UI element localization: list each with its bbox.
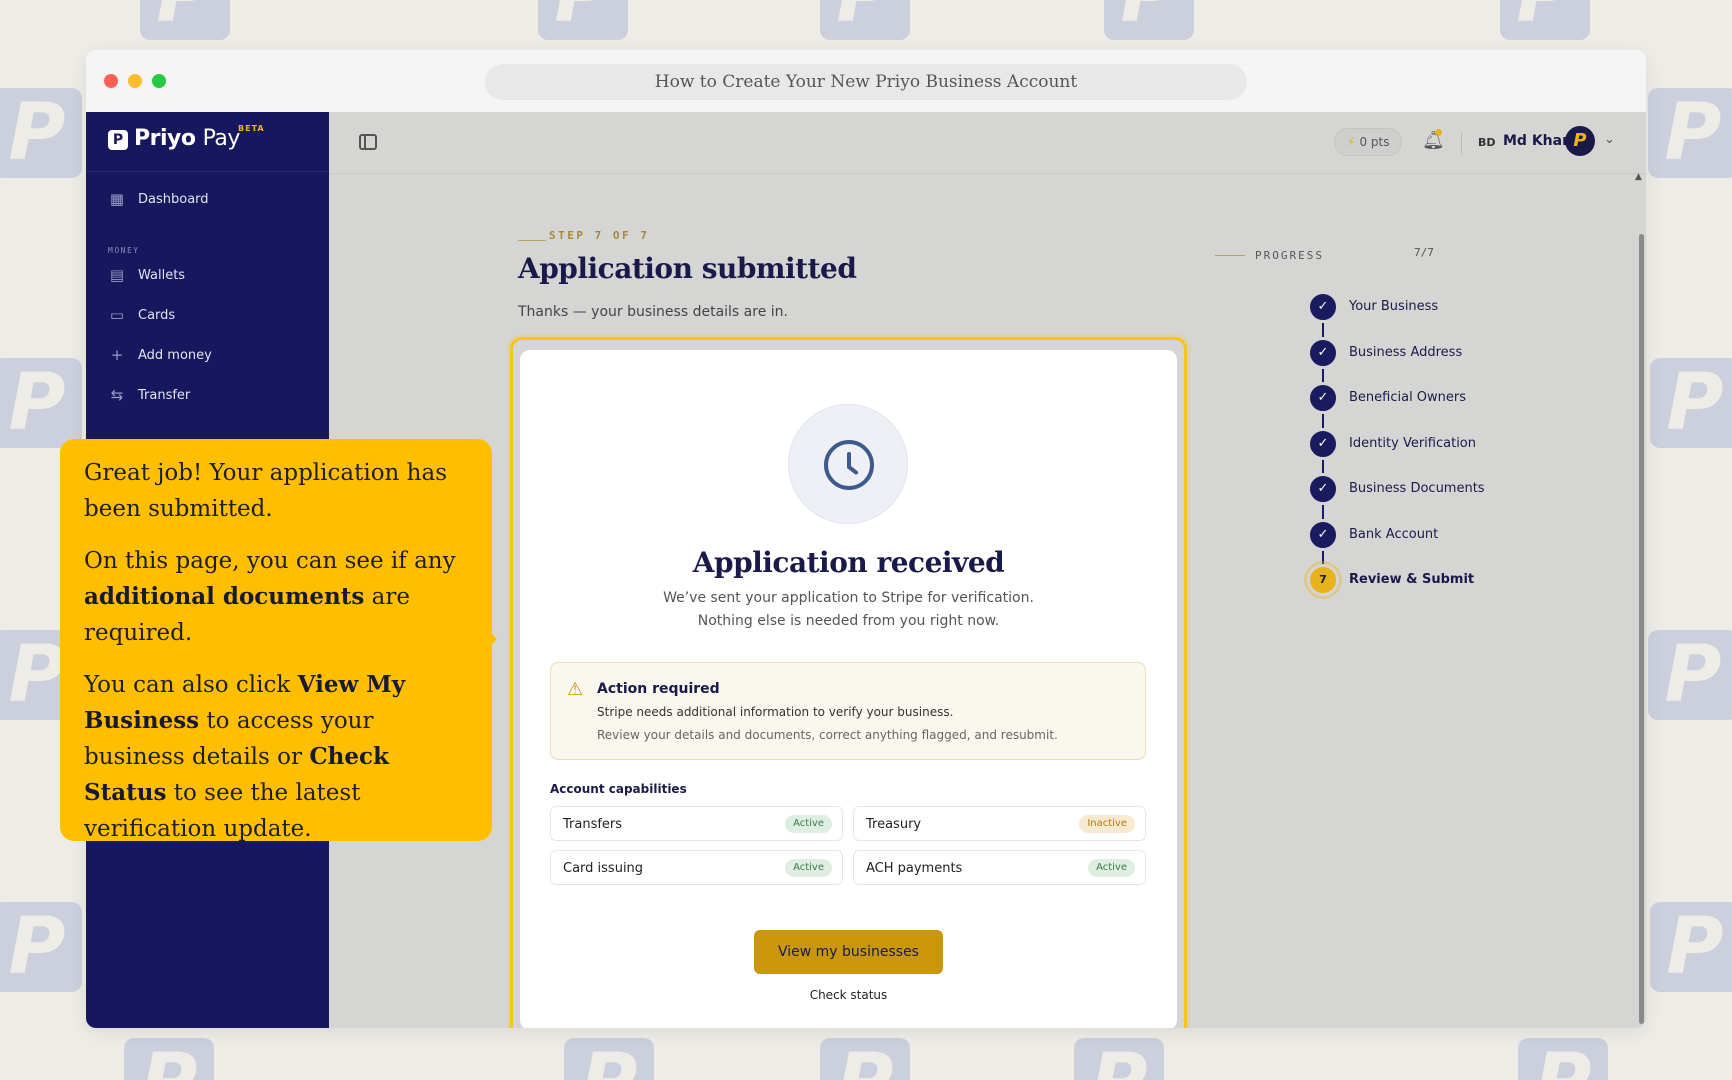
progress-label: PROGRESS [1255, 249, 1324, 262]
card-icon: ▭ [109, 306, 125, 324]
bolt-icon: ⚡ [1347, 135, 1356, 149]
tooltip-arrow [488, 630, 497, 648]
capabilities-label: Account capabilities [550, 782, 687, 796]
capability-transfers: Transfers Active [550, 806, 843, 841]
sidebar-toggle-icon[interactable] [359, 134, 377, 150]
check-status-link[interactable]: Check status [520, 988, 1177, 1002]
sidebar-item-wallets[interactable]: ▤ Wallets [108, 264, 185, 286]
card-message: We’ve sent your application to Stripe fo… [663, 590, 1034, 606]
sidebar-section-money: MONEY [108, 246, 140, 255]
logo-tile-icon: P [1074, 1038, 1164, 1080]
capability-treasury: Treasury Inactive [853, 806, 1146, 841]
status-badge: Active [1088, 859, 1135, 877]
brand-name: Priyo Pay [134, 126, 240, 151]
logo-tile-icon: P [1104, 0, 1194, 40]
transfer-icon: ⇆ [110, 386, 124, 404]
check-icon: ✓ [1307, 291, 1339, 323]
scroll-up-icon[interactable]: ▲ [1635, 172, 1642, 182]
application-card: Application received We’ve sent your app… [520, 350, 1177, 1028]
step-label: STEP 7 OF 7 [549, 229, 650, 242]
alert-instructions: Review your details and documents, corre… [597, 728, 1058, 742]
logo-tile-icon: P [1518, 1038, 1608, 1080]
tutorial-tooltip: Great job! Your application has been sub… [60, 439, 492, 842]
card-message-secondary: Nothing else is needed from you right no… [697, 613, 1000, 629]
action-required-alert: ⚠ Action required Stripe needs additiona… [550, 662, 1146, 760]
minimize-window-button[interactable] [128, 74, 142, 88]
check-icon: ✓ [1307, 337, 1339, 369]
logo-tile-icon: P [820, 0, 910, 40]
logo-tile-icon: P [1648, 630, 1732, 720]
close-window-button[interactable] [104, 74, 118, 88]
notification-dot [1435, 129, 1442, 136]
window-titlebar: How to Create Your New Priyo Business Ac… [86, 50, 1646, 112]
avatar[interactable]: P [1565, 126, 1595, 156]
logo-tile-icon: P [0, 88, 82, 178]
current-step-indicator: 7 [1307, 564, 1339, 596]
status-badge: Inactive [1079, 815, 1135, 833]
clock-icon [788, 404, 908, 524]
divider [1461, 132, 1462, 154]
tooltip-paragraph: Great job! Your application has been sub… [84, 460, 448, 522]
logo-tile-icon: P [1650, 902, 1732, 992]
logo-tile-icon: P [1650, 358, 1732, 448]
points-badge[interactable]: ⚡ 0 pts [1334, 128, 1403, 156]
scrollbar[interactable] [1639, 234, 1644, 1024]
logo-tile-icon: P [538, 0, 628, 40]
logo-tile-icon: P [0, 358, 82, 448]
grid-icon: ▦ [109, 190, 125, 208]
logo-tile-icon: P [124, 1038, 214, 1080]
alert-title: Action required [597, 681, 720, 697]
page-subtitle: Thanks — your business details are in. [518, 304, 788, 320]
sidebar-item-cards[interactable]: ▭ Cards [108, 304, 175, 326]
brand-logo[interactable]: P Priyo Pay BETA [86, 112, 329, 172]
progress-count: 7/7 [1414, 246, 1434, 259]
check-icon: ✓ [1307, 428, 1339, 460]
user-country: BD [1478, 136, 1496, 149]
page-title: Application submitted [518, 252, 857, 285]
sidebar-item-add-money[interactable]: + Add money [108, 344, 212, 366]
priyo-logo-icon: P [108, 130, 128, 150]
capability-card-issuing: Card issuing Active [550, 850, 843, 885]
main-content: ⚡ 0 pts 🔔︎ BD Md Khan P ⌄ ▲ STEP 7 OF 7 A… [329, 112, 1646, 1028]
view-my-businesses-button[interactable]: View my businesses [754, 930, 943, 974]
progress-divider [1215, 255, 1245, 256]
plus-icon: + [110, 346, 124, 364]
window-title-bar: How to Create Your New Priyo Business Ac… [485, 64, 1247, 100]
warning-icon: ⚠ [567, 679, 584, 700]
alert-message: Stripe needs additional information to v… [597, 705, 954, 719]
tooltip-paragraph: You can also click View My Business to a… [84, 671, 406, 842]
maximize-window-button[interactable] [152, 74, 166, 88]
logo-tile-icon: P [1500, 0, 1590, 40]
sidebar-item-dashboard[interactable]: ▦ Dashboard [108, 188, 209, 210]
logo-tile-icon: P [0, 902, 82, 992]
step-divider [518, 240, 546, 241]
card-title: Application received [692, 546, 1005, 579]
chevron-down-icon[interactable]: ⌄ [1604, 132, 1615, 147]
top-bar: ⚡ 0 pts 🔔︎ BD Md Khan P ⌄ [329, 112, 1646, 174]
capability-ach-payments: ACH payments Active [853, 850, 1146, 885]
check-icon: ✓ [1307, 382, 1339, 414]
wallet-icon: ▤ [109, 266, 125, 284]
user-name[interactable]: Md Khan [1503, 133, 1572, 149]
check-icon: ✓ [1307, 519, 1339, 551]
status-badge: Active [785, 859, 832, 877]
logo-tile-icon: P [1648, 88, 1732, 178]
logo-tile-icon: P [564, 1038, 654, 1080]
check-icon: ✓ [1307, 473, 1339, 505]
status-badge: Active [785, 815, 832, 833]
logo-tile-icon: P [140, 0, 230, 40]
beta-badge: BETA [238, 124, 265, 133]
sidebar-item-transfer[interactable]: ⇆ Transfer [108, 384, 191, 406]
tooltip-paragraph: On this page, you can see if any additio… [84, 548, 456, 646]
logo-tile-icon: P [820, 1038, 910, 1080]
